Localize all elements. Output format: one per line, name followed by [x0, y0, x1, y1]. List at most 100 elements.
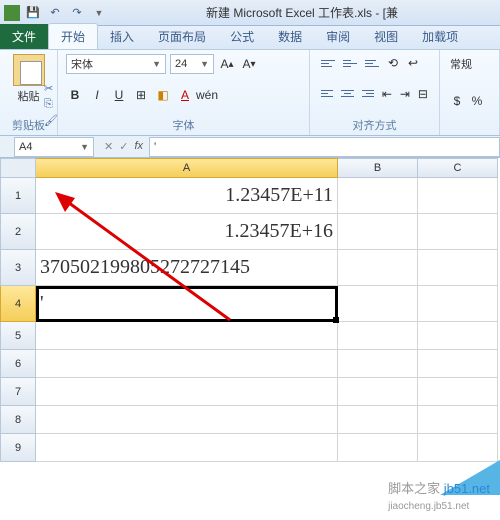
- cell-a7[interactable]: [36, 378, 338, 406]
- tab-home[interactable]: 开始: [48, 23, 98, 49]
- group-alignment: ⟲ ↩ ⇤ ⇥ ⊟ 对齐方式: [310, 50, 440, 135]
- col-header-a[interactable]: A: [36, 158, 338, 178]
- cell-a3[interactable]: 370502199805272727145: [36, 250, 338, 286]
- row-header-6[interactable]: 6: [0, 350, 36, 378]
- cell-c6[interactable]: [418, 350, 498, 378]
- quick-access-toolbar: 💾 ↶ ↷ ▼: [24, 4, 108, 22]
- fill-color-button[interactable]: ◧: [154, 86, 172, 104]
- indent-decrease-icon[interactable]: ⇤: [379, 85, 395, 103]
- merge-icon[interactable]: ⊟: [415, 85, 431, 103]
- select-all-corner[interactable]: [0, 158, 36, 178]
- save-icon[interactable]: 💾: [24, 4, 42, 22]
- paste-icon: [13, 54, 45, 86]
- cell-b2[interactable]: [338, 214, 418, 250]
- ribbon-tabs: 文件 开始 插入 页面布局 公式 数据 审阅 视图 加载项: [0, 26, 500, 50]
- watermark: 脚本之家 jb51.net jiaocheng.jb51.net: [388, 478, 490, 512]
- number-format-select[interactable]: 常规: [448, 54, 491, 74]
- grow-font-icon[interactable]: A▴: [218, 55, 236, 73]
- cell-c9[interactable]: [418, 434, 498, 462]
- cell-a9[interactable]: [36, 434, 338, 462]
- cell-b4[interactable]: [338, 286, 418, 322]
- cell-c5[interactable]: [418, 322, 498, 350]
- col-header-c[interactable]: C: [418, 158, 498, 178]
- group-font: 宋体▼ 24▼ A▴ A▾ B I U ⊞ ◧ A wén 字体: [58, 50, 310, 135]
- app-icon: [4, 5, 20, 21]
- cell-b6[interactable]: [338, 350, 418, 378]
- cancel-icon[interactable]: ✕: [104, 140, 113, 153]
- fx-icon[interactable]: fx: [134, 140, 143, 153]
- row-header-8[interactable]: 8: [0, 406, 36, 434]
- cell-c4[interactable]: [418, 286, 498, 322]
- ribbon: 粘贴 ✂ ⎘ 🖌 剪贴板 宋体▼ 24▼ A▴ A▾ B I U ⊞ ◧ A w…: [0, 50, 500, 136]
- cell-b3[interactable]: [338, 250, 418, 286]
- cell-c1[interactable]: [418, 178, 498, 214]
- cell-c3[interactable]: [418, 250, 498, 286]
- row-header-2[interactable]: 2: [0, 214, 36, 250]
- row-header-3[interactable]: 3: [0, 250, 36, 286]
- undo-icon[interactable]: ↶: [46, 4, 64, 22]
- row-header-5[interactable]: 5: [0, 322, 36, 350]
- tab-formulas[interactable]: 公式: [218, 24, 266, 49]
- row-header-7[interactable]: 7: [0, 378, 36, 406]
- paste-button[interactable]: 粘贴: [8, 54, 49, 104]
- phonetic-button[interactable]: wén: [198, 86, 216, 104]
- wrap-text-icon[interactable]: ↩: [404, 54, 422, 72]
- format-painter-icon[interactable]: 🖌: [44, 114, 60, 128]
- cell-a5[interactable]: [36, 322, 338, 350]
- font-name-select[interactable]: 宋体▼: [66, 54, 166, 74]
- align-left-icon[interactable]: [318, 85, 336, 103]
- tab-data[interactable]: 数据: [266, 24, 314, 49]
- bold-button[interactable]: B: [66, 86, 84, 104]
- cell-b5[interactable]: [338, 322, 418, 350]
- currency-icon[interactable]: $: [448, 92, 466, 110]
- underline-button[interactable]: U: [110, 86, 128, 104]
- cut-icon[interactable]: ✂: [44, 82, 60, 96]
- cell-a2[interactable]: 1.23457E+16: [36, 214, 338, 250]
- tab-layout[interactable]: 页面布局: [146, 24, 218, 49]
- redo-icon[interactable]: ↷: [68, 4, 86, 22]
- align-center-icon[interactable]: [338, 85, 356, 103]
- italic-button[interactable]: I: [88, 86, 106, 104]
- font-label: 字体: [66, 115, 301, 133]
- cell-b9[interactable]: [338, 434, 418, 462]
- tab-file[interactable]: 文件: [0, 24, 48, 49]
- cell-b7[interactable]: [338, 378, 418, 406]
- cell-a6[interactable]: [36, 350, 338, 378]
- clipboard-label: 剪贴板: [8, 115, 49, 133]
- cell-b8[interactable]: [338, 406, 418, 434]
- qat-dropdown-icon[interactable]: ▼: [90, 4, 108, 22]
- enter-icon[interactable]: ✓: [119, 140, 128, 153]
- cell-c7[interactable]: [418, 378, 498, 406]
- percent-icon[interactable]: %: [468, 92, 486, 110]
- align-right-icon[interactable]: [359, 85, 377, 103]
- font-size-select[interactable]: 24▼: [170, 54, 214, 74]
- spreadsheet-grid: A B C 11.23457E+11 21.23457E+16 33705021…: [0, 158, 500, 462]
- cell-c8[interactable]: [418, 406, 498, 434]
- tab-review[interactable]: 审阅: [314, 24, 362, 49]
- row-header-1[interactable]: 1: [0, 178, 36, 214]
- align-bottom-icon[interactable]: [362, 54, 382, 72]
- name-box[interactable]: A4▼: [14, 137, 94, 157]
- cell-c2[interactable]: [418, 214, 498, 250]
- align-middle-icon[interactable]: [340, 54, 360, 72]
- orientation-icon[interactable]: ⟲: [384, 54, 402, 72]
- cell-b1[interactable]: [338, 178, 418, 214]
- cell-a1[interactable]: 1.23457E+11: [36, 178, 338, 214]
- row-header-4[interactable]: 4: [0, 286, 36, 322]
- align-top-icon[interactable]: [318, 54, 338, 72]
- window-title: 新建 Microsoft Excel 工作表.xls - [兼: [108, 4, 496, 21]
- formula-input[interactable]: ': [149, 137, 500, 157]
- indent-increase-icon[interactable]: ⇥: [397, 85, 413, 103]
- font-color-button[interactable]: A: [176, 86, 194, 104]
- formula-bar: A4▼ ✕ ✓ fx ': [0, 136, 500, 158]
- row-header-9[interactable]: 9: [0, 434, 36, 462]
- cell-a8[interactable]: [36, 406, 338, 434]
- cell-a4[interactable]: ': [36, 286, 338, 322]
- border-button[interactable]: ⊞: [132, 86, 150, 104]
- col-header-b[interactable]: B: [338, 158, 418, 178]
- tab-view[interactable]: 视图: [362, 24, 410, 49]
- shrink-font-icon[interactable]: A▾: [240, 55, 258, 73]
- copy-icon[interactable]: ⎘: [44, 98, 60, 112]
- tab-insert[interactable]: 插入: [98, 24, 146, 49]
- tab-addins[interactable]: 加载项: [410, 24, 470, 49]
